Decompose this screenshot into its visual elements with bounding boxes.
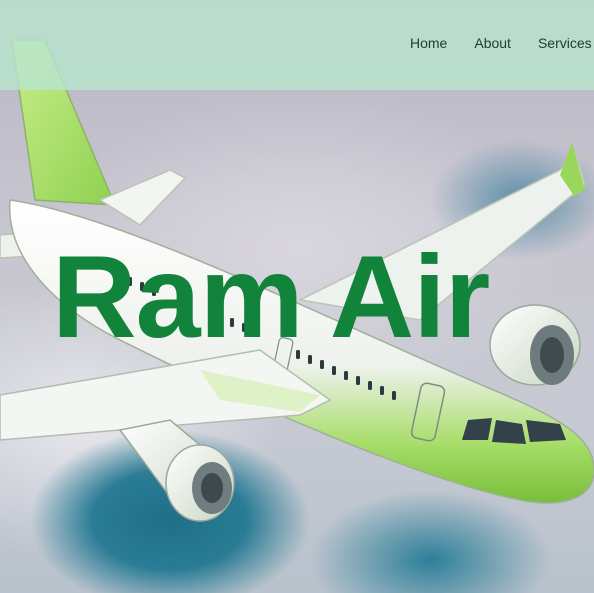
hero-headline: Ram Air (52, 231, 490, 362)
nav-link-home[interactable]: Home (410, 35, 447, 51)
nav-link-about[interactable]: About (474, 35, 511, 51)
nav-link-services[interactable]: Services (538, 35, 592, 51)
nav-links: Home About Services (410, 35, 594, 51)
navigation-bar: Home About Services (0, 0, 594, 90)
